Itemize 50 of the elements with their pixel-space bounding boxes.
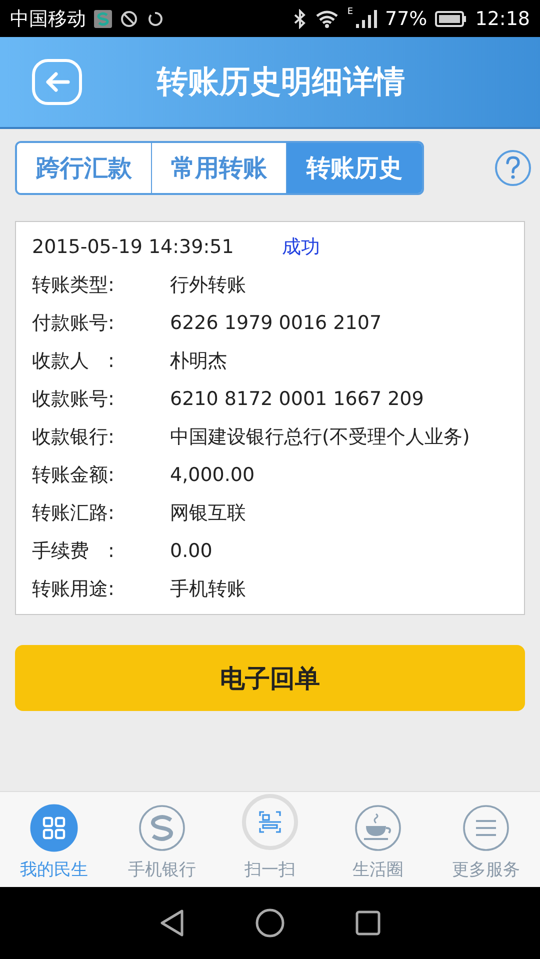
battery-percent: 77%: [385, 8, 428, 30]
recents-icon[interactable]: [355, 910, 381, 936]
field-label: 转账类型:: [32, 273, 116, 298]
back-icon[interactable]: [159, 908, 185, 938]
carrier-name: 中国移动: [10, 6, 86, 32]
field-label: 收款银行:: [32, 425, 116, 450]
help-icon[interactable]: [494, 149, 532, 187]
field-value: 6210 8172 0001 1667 209: [170, 387, 425, 412]
bluetooth-icon: [293, 8, 308, 28]
grid-icon: [30, 804, 78, 852]
wifi-icon: [315, 10, 340, 28]
field-label: 收款人 :: [32, 349, 116, 374]
signal-icon: [355, 8, 377, 28]
tab[interactable]: 转账历史: [287, 143, 422, 193]
field-value: 4,000.00: [170, 463, 256, 488]
field-value: 朴明杰: [170, 349, 228, 374]
nav-tab[interactable]: 手机银行: [108, 792, 216, 887]
transfer-datetime: 2015-05-19 14:39:51: [32, 235, 234, 260]
field-label: 转账金额:: [32, 463, 116, 488]
network-type: E: [347, 7, 353, 17]
sync-icon: [146, 10, 164, 28]
battery-icon: [435, 10, 468, 28]
tab[interactable]: 常用转账: [152, 143, 287, 193]
field-value: 网银互联: [170, 501, 247, 526]
bank-logo-icon: [138, 804, 186, 852]
field-value: 6226 1979 0016 2107: [170, 311, 383, 336]
transfer-status: 成功: [282, 235, 320, 260]
nav-tab[interactable]: 更多服务: [432, 792, 540, 887]
field-label: 手续费 :: [32, 539, 116, 564]
page-title: 转账历史明细详情: [156, 63, 406, 102]
field-value: 0.00: [170, 539, 214, 564]
field-label: 转账汇路:: [32, 501, 116, 526]
left-arrow-icon: [44, 71, 70, 93]
field-value: 手机转账: [170, 577, 247, 602]
field-label: 付款账号:: [32, 311, 116, 336]
field-value: 中国建设银行总行(不受理个人业务): [170, 425, 471, 450]
home-icon[interactable]: [255, 908, 285, 938]
field-value: 行外转账: [170, 273, 247, 298]
field-label: 收款账号:: [32, 387, 116, 412]
tab[interactable]: 跨行汇款: [17, 143, 152, 193]
nav-tab[interactable]: 我的民生: [0, 792, 108, 887]
nav-tab[interactable]: 生活圈: [324, 792, 432, 887]
field-label: 转账用途:: [32, 577, 116, 602]
clock-time: 12:18: [475, 8, 530, 30]
bank-app-icon: [94, 10, 112, 28]
coffee-cup-icon: [354, 804, 402, 852]
menu-icon: [462, 804, 510, 852]
nav-tab[interactable]: 扫一扫: [216, 792, 324, 887]
receipt-button[interactable]: 电子回单: [15, 645, 525, 711]
blocked-icon: [120, 10, 138, 28]
